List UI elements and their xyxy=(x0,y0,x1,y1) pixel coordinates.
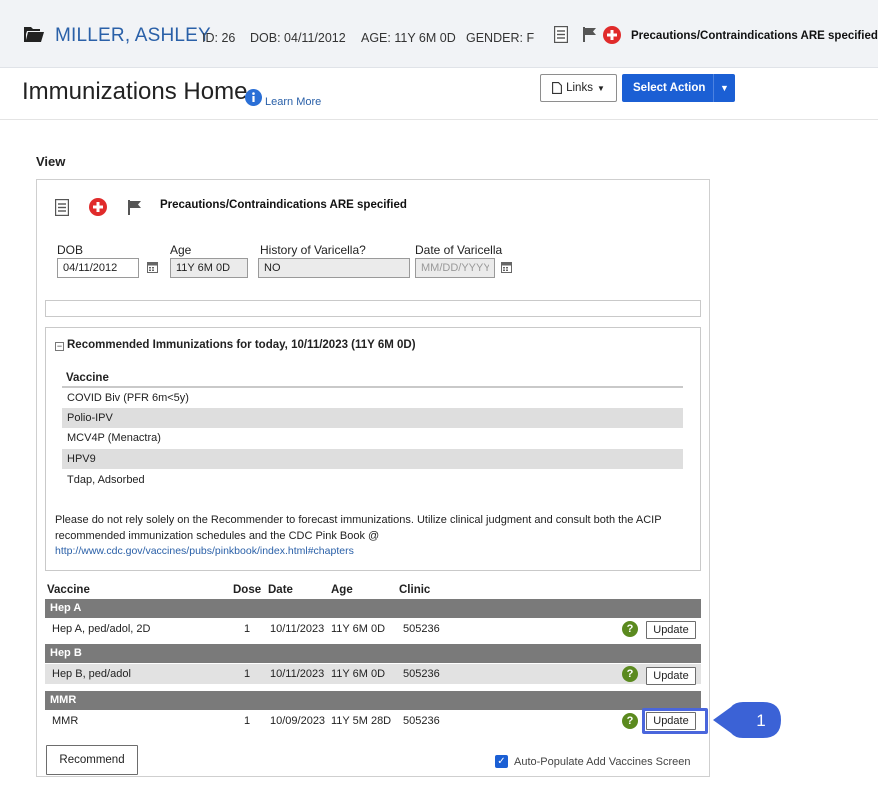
clinic: 505236 xyxy=(403,668,440,680)
help-icon[interactable]: ? xyxy=(622,666,638,682)
clinic: 505236 xyxy=(403,623,440,635)
select-action-label: Select Action xyxy=(633,82,706,94)
patient-gender-label: GENDER: xyxy=(466,31,523,45)
age: 11Y 6M 0D xyxy=(331,668,386,680)
varicella-history-field[interactable] xyxy=(258,258,410,278)
auto-populate-checkbox[interactable]: ✓ xyxy=(495,755,508,768)
recommended-item: HPV9 xyxy=(62,449,683,469)
empty-section-bar xyxy=(45,300,701,317)
recommended-item: Tdap, Adsorbed xyxy=(67,474,145,486)
calendar-icon[interactable] xyxy=(147,262,158,273)
col-header-dose: Dose xyxy=(233,584,262,596)
calendar-icon[interactable] xyxy=(501,262,512,273)
col-header-age: Age xyxy=(331,584,353,596)
callout-number: 1 xyxy=(756,711,765,730)
chevron-down-icon: ▼ xyxy=(596,83,605,93)
info-icon[interactable] xyxy=(245,89,262,106)
links-dropdown-button[interactable]: Links ▼ xyxy=(540,74,617,102)
varicella-date-label: Date of Varicella xyxy=(415,243,503,257)
document-icon[interactable] xyxy=(554,26,568,43)
collapse-toggle-icon[interactable]: − xyxy=(55,342,64,351)
table-row: Hep B, ped/adol 1 10/11/2023 11Y 6M 0D 5… xyxy=(45,664,701,685)
vaccine-name: Hep B, ped/adol xyxy=(52,668,131,680)
plus-circle-icon[interactable] xyxy=(603,26,621,44)
divider xyxy=(0,119,878,120)
dob-label: DOB xyxy=(57,243,84,257)
select-action-button[interactable]: Select Action ▼ xyxy=(622,74,735,102)
vaccine-name: Hep A, ped/adol, 2D xyxy=(52,623,151,635)
page-title: Immunizations Home xyxy=(22,78,248,105)
header-precaution-text: Precautions/Contraindications ARE specif… xyxy=(631,30,878,42)
update-button[interactable]: Update xyxy=(646,621,696,639)
col-header-vaccine: Vaccine xyxy=(47,584,90,596)
patient-id-value: 26 xyxy=(221,31,236,45)
patient-age: AGE: 11Y 6M 0D xyxy=(361,31,456,45)
dose: 1 xyxy=(244,715,251,727)
table-row: Hep A, ped/adol, 2D 1 10/11/2023 11Y 6M … xyxy=(45,619,701,639)
dob-input[interactable] xyxy=(57,258,139,278)
folder-icon xyxy=(24,27,44,42)
recommend-button[interactable]: Recommend xyxy=(46,745,138,775)
date: 10/11/2023 xyxy=(270,668,325,680)
age: 11Y 6M 0D xyxy=(331,623,386,635)
recommended-item: COVID Biv (PFR 6m<5y) xyxy=(67,392,189,404)
table-row: MMR 1 10/09/2023 11Y 5M 28D 505236 ? Upd… xyxy=(45,711,701,731)
patient-gender: GENDER: F xyxy=(466,31,534,45)
group-header-hep-a: Hep A xyxy=(45,599,701,618)
varicella-date-input[interactable] xyxy=(415,258,495,278)
help-icon[interactable]: ? xyxy=(622,713,638,729)
page-icon xyxy=(552,82,563,94)
highlight-box xyxy=(642,708,708,734)
update-button[interactable]: Update xyxy=(646,667,696,685)
date: 10/11/2023 xyxy=(270,623,325,635)
age-field xyxy=(170,258,248,278)
cdc-pinkbook-link[interactable]: http://www.cdc.gov/vaccines/pubs/pinkboo… xyxy=(55,545,354,557)
plus-circle-icon[interactable] xyxy=(89,198,107,216)
recommended-item: MCV4P (Menactra) xyxy=(67,432,161,444)
chevron-down-icon[interactable]: ▼ xyxy=(714,83,735,93)
age: 11Y 5M 28D xyxy=(331,715,392,727)
recommended-item: Polio-IPV xyxy=(62,408,683,428)
links-label: Links xyxy=(566,82,593,94)
vaccine-name: MMR xyxy=(52,715,79,727)
recommended-title: Recommended Immunizations for today, 10/… xyxy=(67,339,416,351)
patient-dob: DOB: 04/11/2012 xyxy=(250,31,346,45)
age-label: Age xyxy=(170,243,192,257)
patient-dob-value: 04/11/2012 xyxy=(284,31,346,45)
flag-icon[interactable] xyxy=(583,27,597,42)
varicella-history-label: History of Varicella? xyxy=(260,243,366,257)
patient-name[interactable]: MILLER, ASHLEY xyxy=(55,25,211,47)
patient-id: ID: 26 xyxy=(202,31,235,45)
col-header-date: Date xyxy=(268,584,293,596)
group-header-mmr: MMR xyxy=(45,691,701,710)
recommender-disclaimer: Please do not rely solely on the Recomme… xyxy=(55,514,662,542)
dose: 1 xyxy=(244,668,251,680)
auto-populate-label: Auto-Populate Add Vaccines Screen xyxy=(514,756,691,768)
patient-age-label: AGE: xyxy=(361,31,391,45)
dose: 1 xyxy=(244,623,251,635)
step-callout-badge: 1 xyxy=(713,702,781,738)
patient-age-value: 11Y 6M 0D xyxy=(394,31,456,45)
view-heading: View xyxy=(36,154,66,169)
date: 10/09/2023 xyxy=(270,715,326,727)
col-header-clinic: Clinic xyxy=(399,584,431,596)
learn-more-link[interactable]: Learn More xyxy=(265,96,321,108)
patient-dob-label: DOB: xyxy=(250,31,281,45)
group-header-hep-b: Hep B xyxy=(45,644,701,663)
patient-id-label: ID: xyxy=(202,31,218,45)
precaution-text: Precautions/Contraindications ARE specif… xyxy=(160,199,407,211)
flag-icon[interactable] xyxy=(128,200,142,215)
recommended-column-header: Vaccine xyxy=(66,372,109,384)
clinic: 505236 xyxy=(403,715,440,727)
patient-gender-value: F xyxy=(526,31,535,45)
help-icon[interactable]: ? xyxy=(622,621,638,637)
document-icon[interactable] xyxy=(55,199,69,216)
